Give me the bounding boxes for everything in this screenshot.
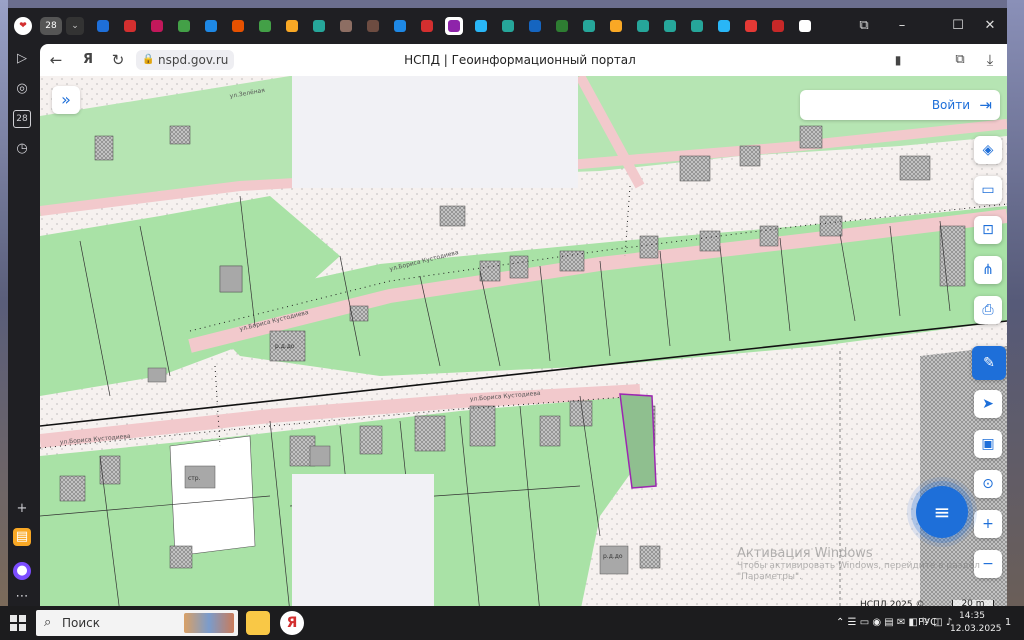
login-label: Войти [931,98,970,112]
tab-favicon[interactable] [553,17,571,35]
history-icon[interactable]: ◷ [13,140,31,158]
tab-favicon[interactable] [445,17,463,35]
tab-favicon[interactable] [391,17,409,35]
maximize-icon[interactable]: ☐ [948,16,968,36]
windows-start-icon[interactable] [10,615,26,631]
ruler-button[interactable]: ▭ [974,176,1002,204]
zoom-in-button[interactable]: + [974,510,1002,538]
taskbar: ⌕ Поиск Я ⌃ ☰ ▭ ◉ ▤ ✉ ◧ ⚐ ◫ ♪ РУС 14:35 … [0,606,1024,640]
url-text: nspd.gov.ru [158,53,229,67]
login-button[interactable]: Войти ⇥ [800,90,1000,120]
alice-icon[interactable]: ● [13,562,31,580]
reload-button[interactable]: ↻ [108,50,128,70]
building-label-str: стр. [188,475,201,482]
tab-favicon[interactable] [418,17,436,35]
clock-date: 12.03.2025 [950,624,1002,634]
chat-button[interactable]: ≡ [916,486,968,538]
notification-badge[interactable]: 1 [1000,606,1016,640]
locate-button[interactable]: ➤ [974,390,1002,418]
browser-menu-icon[interactable]: ❤ [14,17,32,35]
tab-favicon[interactable] [634,17,652,35]
tab-favicon[interactable] [229,17,247,35]
notes-icon[interactable]: ▤ [13,528,31,546]
lock-icon: 🔒 [142,54,155,65]
map-overlay-box-bottom [292,474,434,613]
tab-favicon[interactable] [742,17,760,35]
tab-favicon[interactable] [364,17,382,35]
tab-favicon[interactable] [499,17,517,35]
tab-favicon[interactable] [310,17,328,35]
expand-panel-button[interactable]: » [52,86,80,114]
tab-favicon[interactable] [796,17,814,35]
windows-activation-watermark: Активация Windows Чтобы активировать Win… [737,546,987,583]
tab-strip: ❤ 28 ⌄ ⧉ – ☐ ✕ [8,8,1007,44]
share-button[interactable]: ⋔ [974,256,1002,284]
extensions-icon[interactable]: ⧉ [950,50,970,70]
tab-favicon[interactable] [688,17,706,35]
building-label-rd: р.д.до [603,553,623,560]
tab-favicon[interactable] [715,17,733,35]
url-domain[interactable]: 🔒 nspd.gov.ru [136,50,235,70]
tab-favicon[interactable] [202,17,220,35]
browser-sidebar: ▷ ◎ 28 ◷ + ▤ ● ⋯ [8,44,36,606]
yandex-browser-icon[interactable]: Я [280,611,304,635]
layers-button[interactable]: ◈ [974,136,1002,164]
tab-counter[interactable]: 28 [40,17,62,35]
select-area-button[interactable]: ⊡ [974,216,1002,244]
tab-favicon[interactable] [580,17,598,35]
tab-favicon[interactable] [472,17,490,35]
print-button[interactable]: ⎙ [974,296,1002,324]
tab-favicon[interactable] [175,17,193,35]
tab-favicon[interactable] [94,17,112,35]
clock[interactable]: 14:35 12.03.2025 [950,610,1002,636]
watermark-subtitle: Чтобы активировать Windows, перейдите в … [737,561,980,582]
downloads-icon[interactable]: ⤓ [980,50,1000,70]
play-icon[interactable]: ▷ [13,50,31,68]
back-button[interactable]: ← [46,50,66,70]
add-panel-icon[interactable]: + [13,500,31,518]
desktop-background-left [0,0,8,606]
map-overlay-box-top [292,76,578,188]
search-label: Поиск [62,616,101,630]
file-explorer-icon[interactable] [246,611,270,635]
desktop-background-right [1007,0,1024,606]
building-label-rd-2: р.д.до [275,343,295,350]
calendar-icon[interactable]: 28 [13,110,31,128]
address-bar: ← Я ↻ 🔒 nspd.gov.ru НСПД | Геоинформацион… [40,44,1007,76]
edit-tool-button[interactable]: ✎ [972,346,1006,380]
tab-favicon[interactable] [283,17,301,35]
tab-favicon[interactable] [148,17,166,35]
tab-favicon[interactable] [256,17,274,35]
search-location-button[interactable]: ⊙ [974,470,1002,498]
tab-favicon[interactable] [337,17,355,35]
minimap-button[interactable]: ▣ [974,430,1002,458]
bookmark-icon[interactable]: ▮ [888,50,908,70]
search-highlight-image [184,613,234,633]
login-icon: ⇥ [979,96,992,114]
white-lot [169,435,256,557]
minimize-icon[interactable]: – [892,16,912,36]
map-viewport[interactable]: ул.Зелёная ул.Бориса Кустодиева ул.Борис… [40,76,1007,613]
tab-favicon[interactable] [526,17,544,35]
language-indicator[interactable]: РУС [918,606,937,640]
camera-icon[interactable]: ◎ [13,80,31,98]
watermark-title: Активация Windows [737,546,873,561]
close-icon[interactable]: ✕ [980,16,1000,36]
tab-favicon[interactable] [661,17,679,35]
yandex-icon[interactable]: Я [78,50,98,70]
tab-favicon[interactable] [769,17,787,35]
tab-manager-icon[interactable]: ⧉ [854,16,874,36]
page-title: НСПД | Геоинформационный портал [404,53,636,67]
more-icon[interactable]: ⋯ [13,588,31,606]
search-icon: ⌕ [44,615,52,630]
taskbar-search[interactable]: ⌕ Поиск [36,610,238,636]
tabs-dropdown-icon[interactable]: ⌄ [66,17,84,35]
clock-time: 14:35 [959,611,985,621]
browser-window: ❤ 28 ⌄ ⧉ – ☐ ✕ ▷ ◎ 28 ◷ + ▤ ● ⋯ ← Я ↻ 🔒 n… [8,8,1007,613]
tab-favicon[interactable] [607,17,625,35]
tab-favicon[interactable] [121,17,139,35]
